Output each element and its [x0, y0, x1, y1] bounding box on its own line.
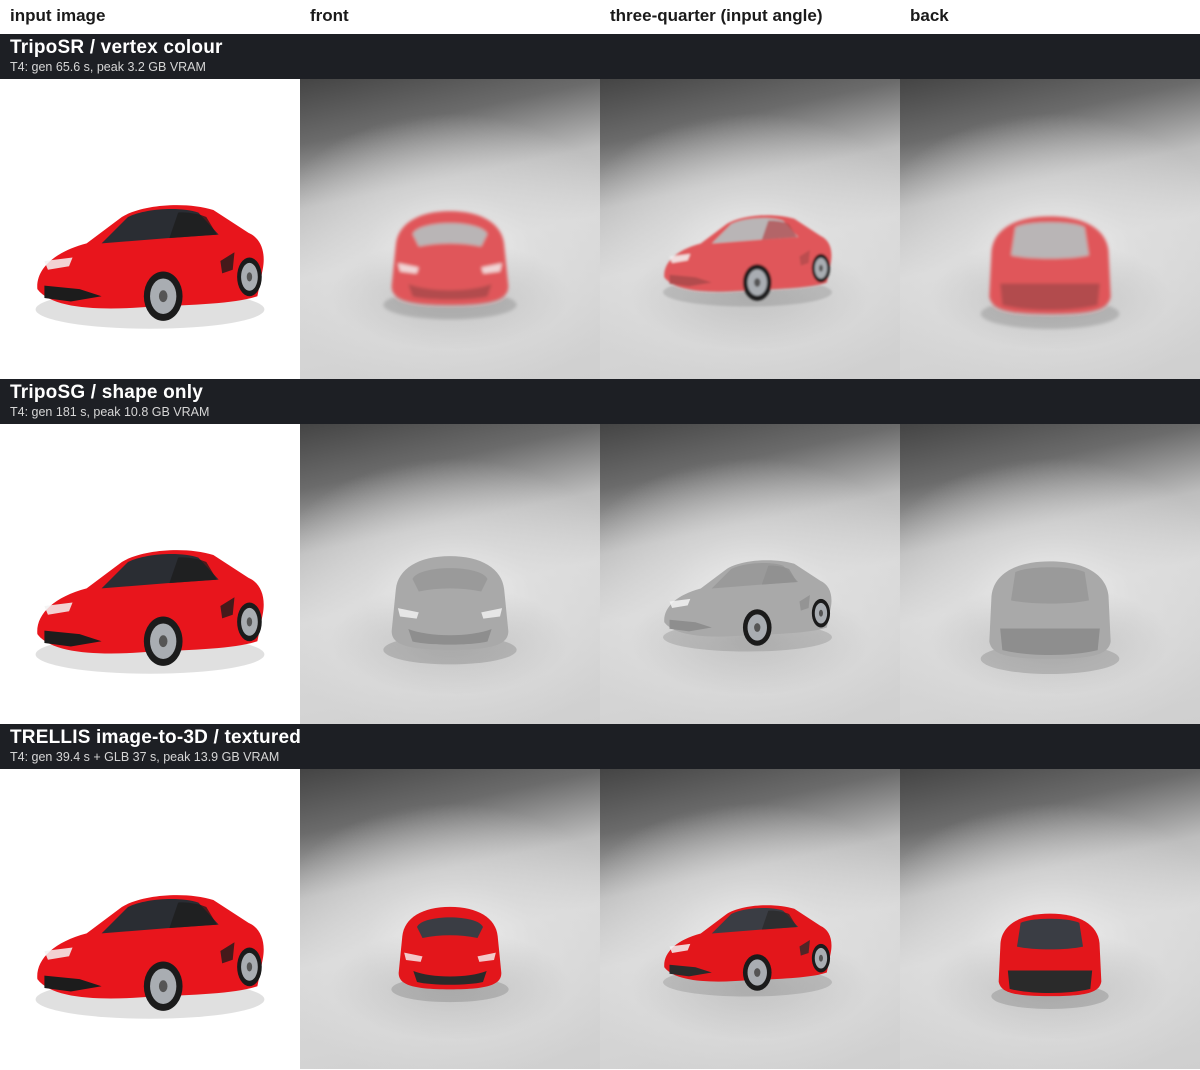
input-image-cell: [0, 769, 300, 1069]
car-three-quarter-render: [663, 905, 832, 997]
section-title: TripoSG / shape only: [10, 382, 203, 403]
section-title: TripoSR / vertex colour: [10, 37, 223, 58]
car-front-render: [383, 556, 517, 665]
render-three-quarter-cell: [600, 424, 900, 724]
column-label-three-quarter: three-quarter (input angle): [610, 6, 823, 25]
column-header-row: input image front three-quarter (input a…: [0, 0, 1200, 34]
car-back-render: [991, 913, 1109, 1009]
car-three-quarter-render: [663, 560, 832, 652]
render-front-cell: [300, 79, 600, 379]
car-front-render: [391, 906, 509, 1003]
render-back-cell: [900, 769, 1200, 1069]
section-triposg: TripoSG / shape only T4: gen 181 s, peak…: [0, 379, 1200, 724]
car-three-quarter-image: [35, 205, 265, 329]
section-header: TripoSR / vertex colour T4: gen 65.6 s, …: [0, 34, 1200, 79]
car-three-quarter-render: [663, 215, 832, 307]
input-image-cell: [0, 79, 300, 379]
car-three-quarter-image: [35, 550, 265, 674]
render-front-cell: [300, 769, 600, 1069]
input-image-cell: [0, 424, 300, 724]
section-triposr: TripoSR / vertex colour T4: gen 65.6 s, …: [0, 34, 1200, 379]
car-back-render: [980, 216, 1120, 329]
car-back-render: [980, 561, 1120, 674]
section-subtitle: T4: gen 39.4 s + GLB 37 s, peak 13.9 GB …: [10, 750, 280, 764]
section-header: TripoSG / shape only T4: gen 181 s, peak…: [0, 379, 1200, 424]
render-front-cell: [300, 424, 600, 724]
section-header: TRELLIS image-to-3D / textured T4: gen 3…: [0, 724, 1200, 769]
column-label-back: back: [910, 6, 949, 25]
render-three-quarter-cell: [600, 79, 900, 379]
section-title: TRELLIS image-to-3D / textured: [10, 727, 302, 748]
render-back-cell: [900, 424, 1200, 724]
section-subtitle: T4: gen 65.6 s, peak 3.2 GB VRAM: [10, 60, 206, 74]
column-label-front: front: [310, 6, 349, 25]
section-trellis: TRELLIS image-to-3D / textured T4: gen 3…: [0, 724, 1200, 1069]
car-three-quarter-image: [35, 895, 265, 1019]
render-three-quarter-cell: [600, 769, 900, 1069]
car-front-render: [383, 211, 517, 320]
render-back-cell: [900, 79, 1200, 379]
section-subtitle: T4: gen 181 s, peak 10.8 GB VRAM: [10, 405, 210, 419]
column-label-input: input image: [10, 6, 106, 25]
